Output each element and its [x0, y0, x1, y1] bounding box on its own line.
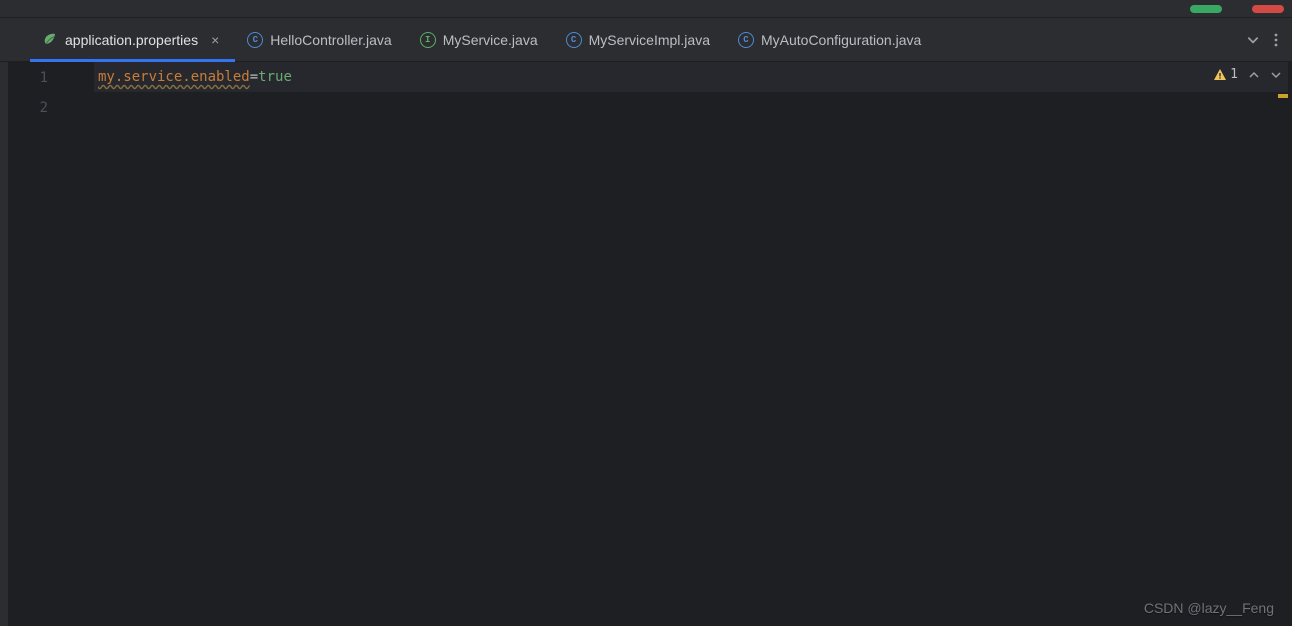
line-number: 1 — [18, 70, 48, 86]
editor-tabs: application.properties × C HelloControll… — [0, 18, 1292, 62]
class-icon: C — [566, 32, 582, 48]
tab-myservice[interactable]: I MyService.java — [408, 18, 554, 61]
tabs-dropdown-button[interactable] — [1246, 33, 1260, 47]
watermark: CSDN @lazy__Feng — [1144, 600, 1274, 616]
tab-more-menu-icon[interactable] — [1274, 32, 1278, 48]
property-equals: = — [250, 69, 258, 85]
tab-label: MyService.java — [443, 32, 538, 48]
class-icon: C — [247, 32, 263, 48]
property-key: my.service.enabled — [98, 69, 250, 85]
spring-leaf-icon — [42, 32, 58, 48]
run-indicator — [1190, 5, 1222, 13]
warning-icon — [1213, 68, 1227, 82]
tab-myautoconfiguration[interactable]: C MyAutoConfiguration.java — [726, 18, 937, 61]
code-area[interactable]: my.service.enabled=true 1 — [94, 62, 1288, 626]
inspection-widget[interactable]: 1 — [1213, 67, 1282, 82]
property-value: true — [258, 69, 292, 85]
stop-indicator — [1252, 5, 1284, 13]
close-tab-icon[interactable]: × — [211, 33, 219, 47]
line-number: 2 — [18, 100, 48, 116]
tab-label: MyAutoConfiguration.java — [761, 32, 921, 48]
prev-highlight-icon[interactable] — [1248, 69, 1260, 81]
tab-application-properties[interactable]: application.properties × — [30, 18, 235, 61]
tab-bar-actions — [1246, 18, 1286, 61]
tab-label: HelloController.java — [270, 32, 391, 48]
editor[interactable]: 1 2 my.service.enabled=true 1 CSDN @lazy… — [8, 62, 1288, 626]
warning-count: 1 — [1230, 67, 1238, 82]
next-highlight-icon[interactable] — [1270, 69, 1282, 81]
class-icon: C — [738, 32, 754, 48]
code-line[interactable]: my.service.enabled=true — [94, 62, 1288, 92]
left-tool-strip[interactable] — [0, 62, 8, 626]
tab-myserviceimpl[interactable]: C MyServiceImpl.java — [554, 18, 726, 61]
tab-label: application.properties — [65, 32, 198, 48]
interface-icon: I — [420, 32, 436, 48]
tab-label: MyServiceImpl.java — [589, 32, 710, 48]
tab-hellocontroller[interactable]: C HelloController.java — [235, 18, 407, 61]
error-stripe-mark[interactable] — [1278, 94, 1288, 98]
line-gutter: 1 2 — [8, 62, 94, 626]
title-bar — [0, 0, 1292, 18]
warning-badge[interactable]: 1 — [1213, 67, 1238, 82]
